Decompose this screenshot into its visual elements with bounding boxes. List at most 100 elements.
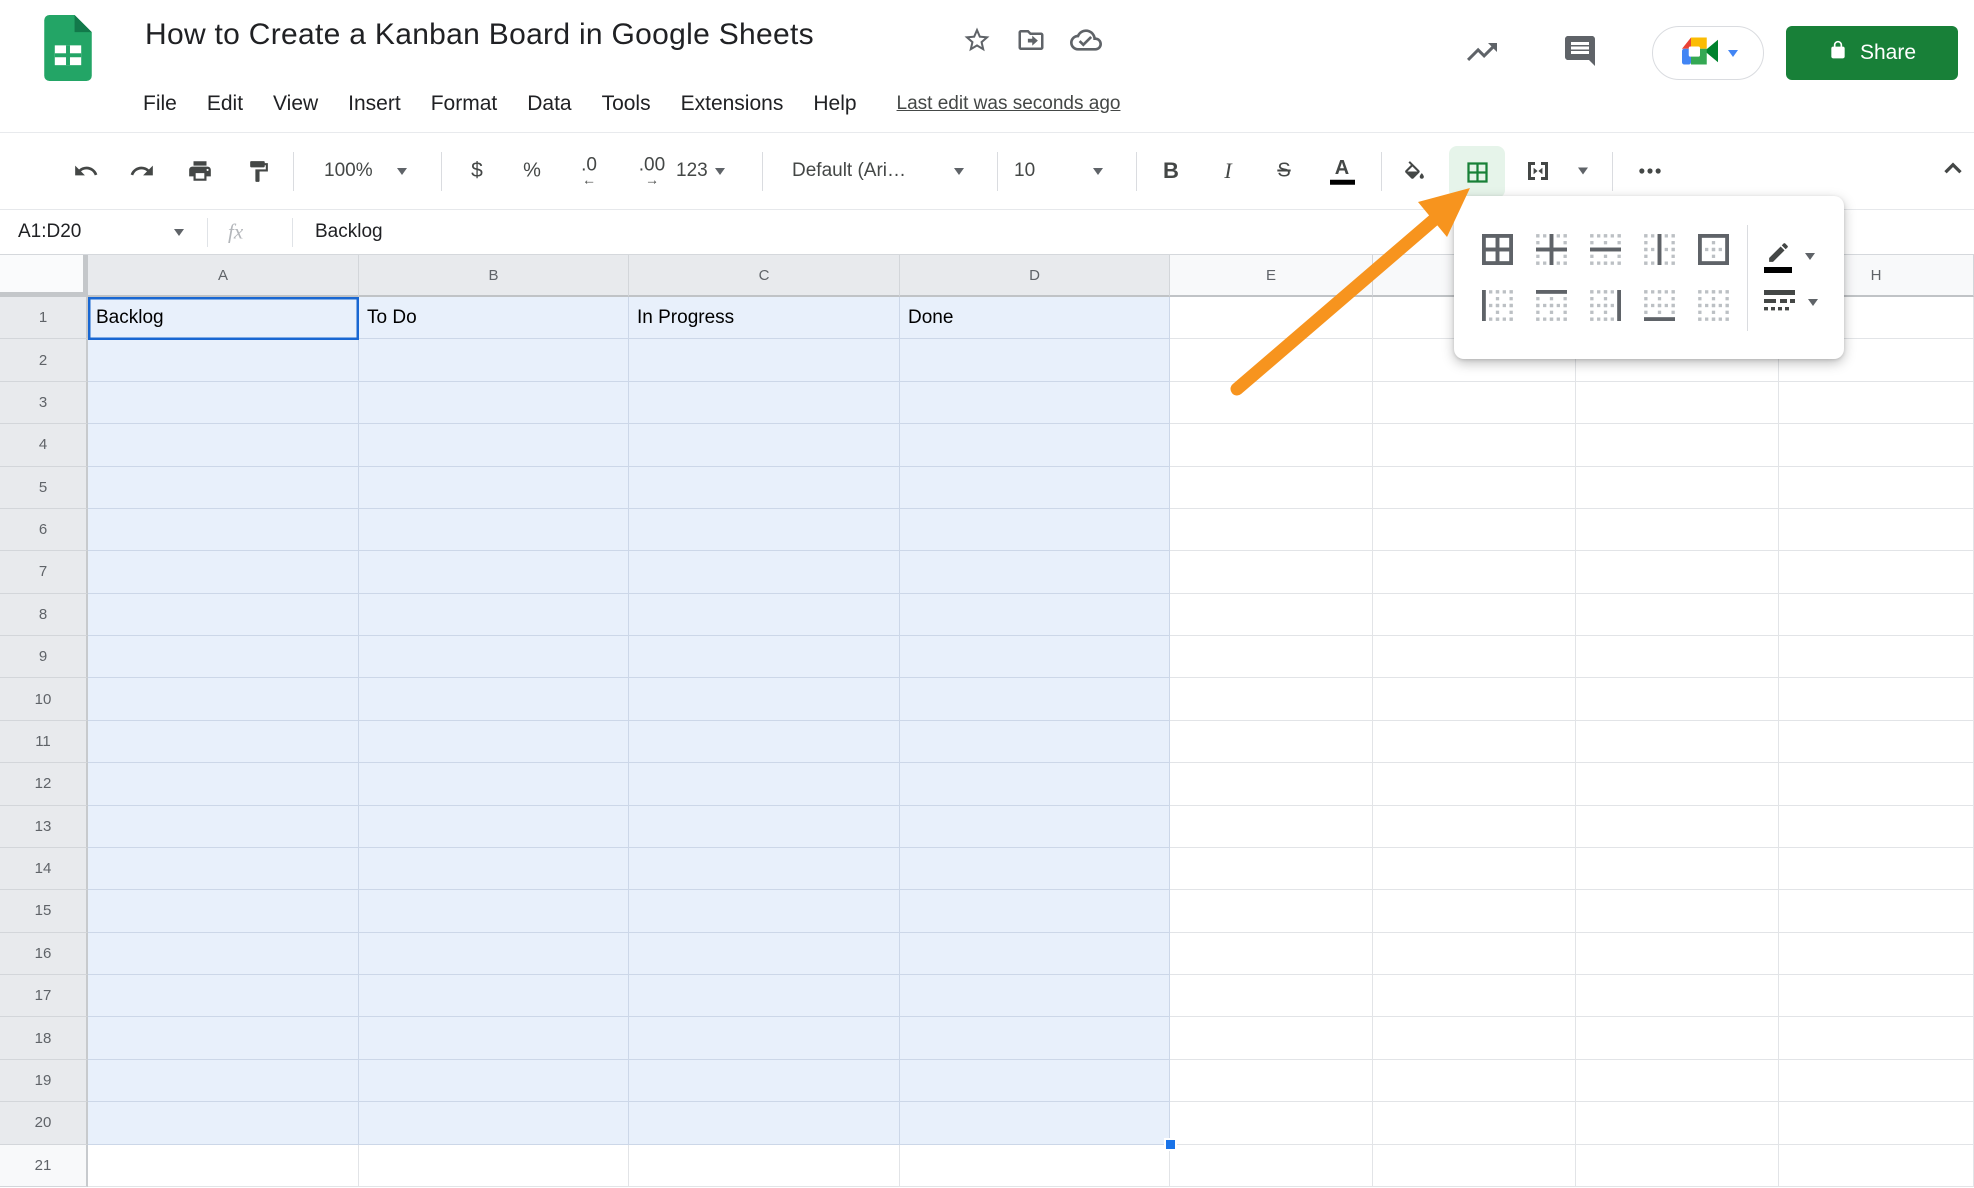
- increase-decimal-button[interactable]: .00 →: [632, 156, 672, 187]
- cell-E12[interactable]: [1170, 763, 1373, 805]
- cell-H6[interactable]: [1779, 509, 1974, 551]
- cell-A18[interactable]: [88, 1017, 359, 1059]
- currency-button[interactable]: $: [466, 159, 488, 183]
- cell-C12[interactable]: [629, 763, 900, 805]
- menu-insert[interactable]: Insert: [348, 92, 401, 116]
- cell-G20[interactable]: [1576, 1102, 1779, 1144]
- border-right-button[interactable]: [1578, 278, 1632, 334]
- cell-B10[interactable]: [359, 678, 629, 720]
- cell-E6[interactable]: [1170, 509, 1373, 551]
- merge-caret[interactable]: [1578, 168, 1588, 175]
- formula-input[interactable]: Backlog: [315, 221, 383, 243]
- cell-C13[interactable]: [629, 806, 900, 848]
- border-outer-button[interactable]: [1686, 222, 1740, 278]
- cell-A6[interactable]: [88, 509, 359, 551]
- border-horizontal-button[interactable]: [1578, 222, 1632, 278]
- row-header-10[interactable]: 10: [0, 678, 88, 720]
- merge-cells-button[interactable]: [1518, 151, 1558, 191]
- borders-button[interactable]: [1449, 146, 1505, 198]
- cell-B12[interactable]: [359, 763, 629, 805]
- cell-D3[interactable]: [900, 382, 1170, 424]
- cell-E21[interactable]: [1170, 1145, 1373, 1187]
- border-clear-button[interactable]: [1686, 278, 1740, 334]
- cell-H17[interactable]: [1779, 975, 1974, 1017]
- cell-F21[interactable]: [1373, 1145, 1576, 1187]
- cell-E5[interactable]: [1170, 467, 1373, 509]
- cell-C6[interactable]: [629, 509, 900, 551]
- menu-view[interactable]: View: [273, 92, 318, 116]
- cell-B1[interactable]: To Do: [359, 297, 629, 339]
- row-header-16[interactable]: 16: [0, 933, 88, 975]
- cell-E1[interactable]: [1170, 297, 1373, 339]
- share-button[interactable]: Share: [1786, 26, 1958, 80]
- cell-F6[interactable]: [1373, 509, 1576, 551]
- bold-button[interactable]: B: [1158, 158, 1184, 184]
- cell-B7[interactable]: [359, 551, 629, 593]
- cell-H16[interactable]: [1779, 933, 1974, 975]
- column-header-D[interactable]: D: [900, 255, 1170, 297]
- cell-E13[interactable]: [1170, 806, 1373, 848]
- cell-D1[interactable]: Done: [900, 297, 1170, 339]
- cell-D12[interactable]: [900, 763, 1170, 805]
- redo-button[interactable]: [122, 151, 162, 191]
- cell-F17[interactable]: [1373, 975, 1576, 1017]
- text-color-button[interactable]: A: [1328, 158, 1356, 185]
- cell-B9[interactable]: [359, 636, 629, 678]
- cell-C4[interactable]: [629, 424, 900, 466]
- cell-D9[interactable]: [900, 636, 1170, 678]
- cell-E16[interactable]: [1170, 933, 1373, 975]
- number-format-button[interactable]: 123: [676, 160, 725, 182]
- name-box-caret-icon[interactable]: [174, 229, 184, 236]
- menu-data[interactable]: Data: [527, 92, 571, 116]
- last-edit-link[interactable]: Last edit was seconds ago: [897, 93, 1121, 115]
- cell-F9[interactable]: [1373, 636, 1576, 678]
- cell-G5[interactable]: [1576, 467, 1779, 509]
- cell-G3[interactable]: [1576, 382, 1779, 424]
- column-header-A[interactable]: A: [88, 255, 359, 297]
- font-family-control[interactable]: Default (Ari…: [792, 160, 964, 182]
- row-header-11[interactable]: 11: [0, 721, 88, 763]
- cell-F4[interactable]: [1373, 424, 1576, 466]
- cell-H13[interactable]: [1779, 806, 1974, 848]
- menu-edit[interactable]: Edit: [207, 92, 243, 116]
- cell-F13[interactable]: [1373, 806, 1576, 848]
- cell-A15[interactable]: [88, 890, 359, 932]
- cell-E19[interactable]: [1170, 1060, 1373, 1102]
- cell-B14[interactable]: [359, 848, 629, 890]
- cell-H7[interactable]: [1779, 551, 1974, 593]
- cell-F15[interactable]: [1373, 890, 1576, 932]
- cell-D10[interactable]: [900, 678, 1170, 720]
- cell-G8[interactable]: [1576, 594, 1779, 636]
- cell-G11[interactable]: [1576, 721, 1779, 763]
- border-style-button[interactable]: [1764, 289, 1818, 316]
- cell-D8[interactable]: [900, 594, 1170, 636]
- cell-H5[interactable]: [1779, 467, 1974, 509]
- cell-B4[interactable]: [359, 424, 629, 466]
- cell-E15[interactable]: [1170, 890, 1373, 932]
- cell-C21[interactable]: [629, 1145, 900, 1187]
- cell-H21[interactable]: [1779, 1145, 1974, 1187]
- cell-F16[interactable]: [1373, 933, 1576, 975]
- decrease-decimal-button[interactable]: .0 ←: [572, 156, 606, 187]
- cell-G18[interactable]: [1576, 1017, 1779, 1059]
- cell-E17[interactable]: [1170, 975, 1373, 1017]
- cell-C9[interactable]: [629, 636, 900, 678]
- column-header-E[interactable]: E: [1170, 255, 1373, 297]
- cell-H8[interactable]: [1779, 594, 1974, 636]
- row-header-12[interactable]: 12: [0, 763, 88, 805]
- row-header-21[interactable]: 21: [0, 1145, 88, 1187]
- row-header-20[interactable]: 20: [0, 1102, 88, 1144]
- border-color-button[interactable]: [1764, 240, 1818, 273]
- cell-H14[interactable]: [1779, 848, 1974, 890]
- document-title[interactable]: How to Create a Kanban Board in Google S…: [145, 18, 814, 52]
- row-header-3[interactable]: 3: [0, 382, 88, 424]
- row-header-8[interactable]: 8: [0, 594, 88, 636]
- cell-A7[interactable]: [88, 551, 359, 593]
- cell-C3[interactable]: [629, 382, 900, 424]
- menu-extensions[interactable]: Extensions: [681, 92, 784, 116]
- collapse-toolbar-button[interactable]: [1938, 154, 1968, 189]
- menu-tools[interactable]: Tools: [602, 92, 651, 116]
- cell-C7[interactable]: [629, 551, 900, 593]
- cell-E3[interactable]: [1170, 382, 1373, 424]
- cell-B2[interactable]: [359, 339, 629, 381]
